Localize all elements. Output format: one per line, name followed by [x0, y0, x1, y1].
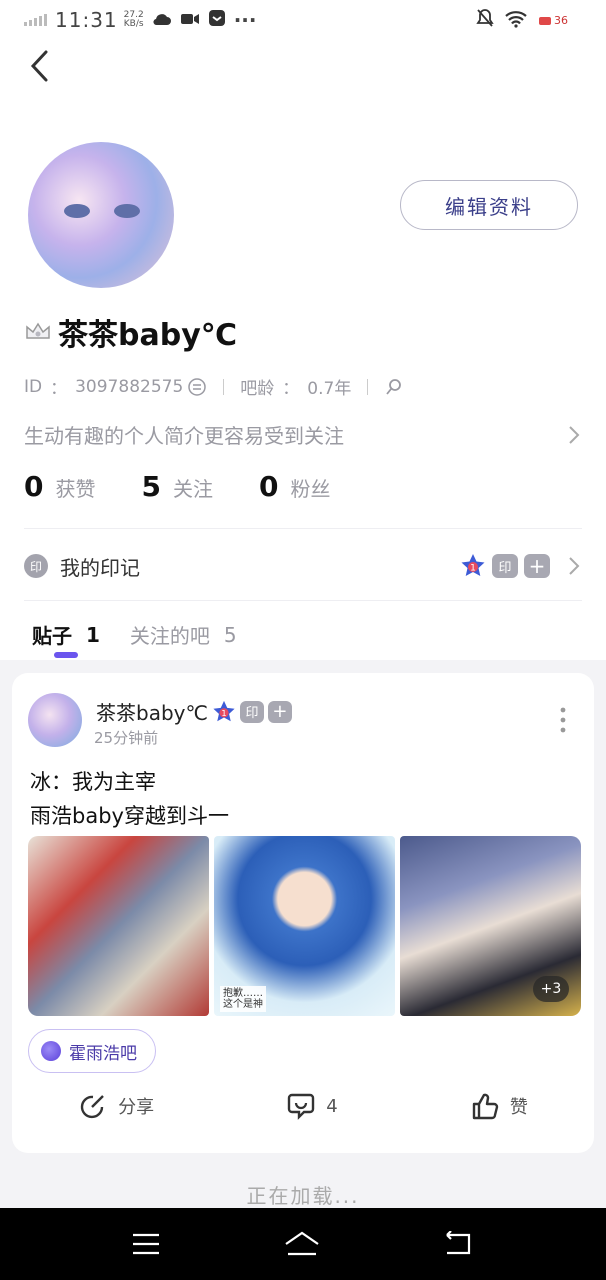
more-images-badge: +3: [533, 976, 569, 1002]
post-images: 抱歉…… 这个是神 +3: [28, 836, 581, 1016]
network-speed: 27.2 KB/s: [123, 10, 144, 29]
share-button[interactable]: 分享: [78, 1091, 154, 1121]
avatar[interactable]: [28, 142, 174, 288]
loading-text: 正在加载...: [246, 1184, 360, 1208]
divider: [24, 600, 582, 601]
share-icon: [80, 1095, 104, 1119]
svg-text:1: 1: [470, 564, 476, 574]
search-icon[interactable]: [384, 377, 404, 397]
comment-button[interactable]: 4: [286, 1091, 338, 1121]
forum-planet-icon: [41, 1041, 61, 1061]
user-id: 3097882575: [75, 376, 184, 397]
copy-icon[interactable]: [187, 377, 207, 397]
bio-placeholder: 生动有趣的个人简介更容易受到关注: [24, 424, 344, 448]
thumbs-up-icon: [472, 1093, 499, 1120]
menu-icon[interactable]: [131, 1232, 161, 1256]
bio-row[interactable]: 生动有趣的个人简介更容易受到关注: [24, 420, 582, 449]
stat-fans[interactable]: 0 粉丝: [259, 470, 330, 503]
post-content[interactable]: 冰：我为主宰 雨浩baby穿越到斗一: [30, 765, 229, 833]
forum-name: 霍雨浩吧: [69, 1043, 137, 1064]
level-star-icon: 1: [461, 554, 485, 576]
avatar-art: [64, 204, 90, 218]
edit-profile-button[interactable]: 编辑资料: [400, 180, 578, 230]
tab-followed-forums[interactable]: 关注的吧 5: [130, 620, 237, 649]
video-icon: [180, 8, 200, 32]
signal-icon: [24, 14, 47, 26]
my-marks-row[interactable]: 印 我的印记 1 印 +: [24, 545, 582, 587]
forum-age: 0.7年: [307, 379, 352, 399]
divider: [24, 528, 582, 529]
post-image[interactable]: +3: [400, 836, 581, 1016]
forum-tag[interactable]: 霍雨浩吧: [28, 1029, 156, 1073]
message-app-icon: [208, 8, 226, 32]
username: 茶茶baby℃: [58, 318, 238, 353]
chevron-right-icon: [569, 557, 580, 575]
post-author-avatar[interactable]: [28, 693, 82, 747]
svg-text:1: 1: [221, 708, 226, 718]
mark-icon: 印: [24, 554, 48, 578]
comment-icon: [288, 1093, 315, 1120]
chevron-right-icon: [569, 425, 580, 444]
username-row: 茶茶baby℃: [24, 310, 237, 354]
more-notifications-icon: ···: [233, 8, 257, 32]
profile-page: { "status": { "time": "11:31", "speed_va…: [0, 0, 606, 1280]
my-marks-label: 我的印记: [60, 555, 140, 580]
stat-following[interactable]: 5 关注: [141, 470, 212, 503]
post-author-row: 茶茶baby℃ 1 印 +: [96, 697, 292, 726]
back-button[interactable]: [24, 48, 60, 84]
level-star-icon: 1: [213, 700, 235, 721]
tab-posts[interactable]: 贴子 1: [32, 620, 100, 649]
stat-likes[interactable]: 0 获赞: [24, 470, 95, 503]
like-button[interactable]: 赞: [470, 1091, 528, 1121]
post-card[interactable]: 茶茶baby℃ 1 印 + 25分钟前 冰：我为主宰 雨浩baby穿越到斗一 抱…: [12, 673, 594, 1153]
add-mark-chip: +: [267, 700, 292, 723]
post-image[interactable]: [28, 836, 209, 1016]
battery-icon: 36: [538, 14, 568, 27]
wifi-icon: [504, 9, 528, 33]
system-nav-bar: [0, 1208, 606, 1280]
age-label: 吧龄: [240, 379, 275, 399]
post-author-name[interactable]: 茶茶baby℃: [96, 697, 208, 726]
cloud-icon: [152, 8, 172, 32]
post-time: 25分钟前: [94, 729, 159, 747]
stats-row: 0 获赞 5 关注 0 粉丝: [24, 470, 376, 503]
crown-icon: [26, 322, 50, 339]
mute-bell-icon: [476, 8, 494, 33]
post-image[interactable]: 抱歉…… 这个是神: [214, 836, 395, 1016]
more-options-icon[interactable]: [560, 707, 566, 733]
status-time: 11:31: [55, 8, 118, 32]
mark-chip: 印: [239, 700, 264, 723]
id-label: ID: [24, 376, 43, 397]
back-nav-icon[interactable]: [443, 1231, 475, 1257]
image-caption: 抱歉…… 这个是神: [220, 986, 266, 1012]
active-tab-indicator: [54, 652, 78, 658]
status-bar: 11:31 27.2 KB/s ··· 36: [0, 0, 606, 40]
profile-tabs: 贴子 1 关注的吧 5: [32, 620, 267, 649]
post-actions: 分享 4 赞: [12, 1091, 594, 1121]
status-right: 36: [476, 8, 568, 33]
user-info-row: ID ： 3097882575 吧龄 ： 0.7年: [24, 374, 404, 399]
add-mark-chip: +: [524, 554, 550, 578]
home-icon[interactable]: [282, 1230, 322, 1258]
mark-chip: 印: [492, 554, 518, 578]
chevron-left-icon: [30, 50, 48, 82]
